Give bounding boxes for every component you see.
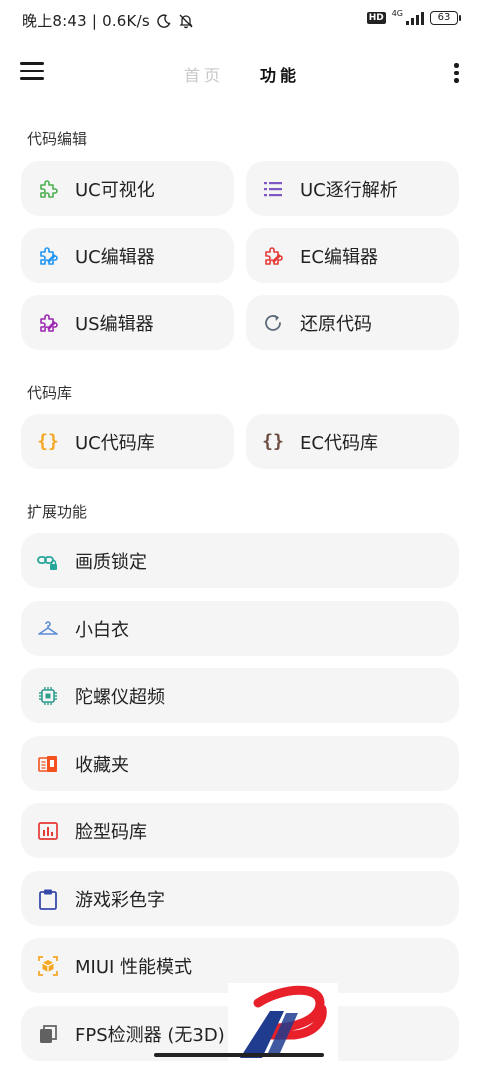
card-label: UC逐行解析 <box>300 179 398 201</box>
hamburger-menu-icon[interactable] <box>20 62 46 84</box>
braces-icon: {} <box>262 431 284 452</box>
gyro-overclock-button[interactable]: 陀螺仪超频 <box>21 668 459 723</box>
home-indicator[interactable] <box>154 1053 324 1057</box>
card-label: EC编辑器 <box>300 246 378 268</box>
quality-lock-button[interactable]: 画质锁定 <box>21 533 459 588</box>
puzzle-edit-icon <box>262 245 284 267</box>
card-label: 游戏彩色字 <box>75 889 165 911</box>
tab-functions[interactable]: 功能 <box>260 62 300 86</box>
uc-editor-button[interactable]: UC编辑器 <box>21 228 234 283</box>
link-lock-icon <box>37 550 59 572</box>
tab-home[interactable]: 首页 <box>184 62 224 86</box>
face-code-library-button[interactable]: 脸型码库 <box>21 803 459 858</box>
copy-icon <box>37 1023 59 1045</box>
restore-code-button[interactable]: 还原代码 <box>246 295 459 350</box>
card-label: UC编辑器 <box>75 246 155 268</box>
moon-icon <box>157 14 171 28</box>
bar-chart-icon <box>37 820 59 842</box>
card-label: 小白衣 <box>75 619 129 641</box>
card-label: 脸型码库 <box>75 821 147 843</box>
status-right: HD 4G 63 <box>366 8 461 25</box>
game-color-text-button[interactable]: 游戏彩色字 <box>21 871 459 926</box>
chip-icon <box>37 685 59 707</box>
section-title-code-edit: 代码编辑 <box>27 130 88 148</box>
card-label: FPS检测器 (无3D) <box>75 1024 225 1046</box>
card-label: 陀螺仪超频 <box>75 686 165 708</box>
card-label: 还原代码 <box>300 313 372 335</box>
uc-visualize-button[interactable]: UC可视化 <box>21 161 234 216</box>
hd-badge: HD <box>366 12 386 24</box>
puzzle-edit-icon <box>37 312 59 334</box>
ec-code-library-button[interactable]: {} EC代码库 <box>246 414 459 469</box>
bell-off-icon <box>179 14 193 29</box>
app-bar: 首页 功能 <box>0 48 480 98</box>
hanger-icon <box>37 618 59 640</box>
card-label: 收藏夹 <box>75 754 129 776</box>
signal-icon <box>406 11 424 25</box>
card-label: EC代码库 <box>300 432 378 454</box>
section-title-code-lib: 代码库 <box>27 384 73 402</box>
section-title-extensions: 扩展功能 <box>27 503 88 521</box>
status-bar: 晚上8:43 | 0.6K/s HD 4G 63 <box>0 0 480 40</box>
card-label: UC可视化 <box>75 179 155 201</box>
more-options-icon[interactable] <box>454 63 460 85</box>
braces-icon: {} <box>37 431 59 452</box>
list-icon <box>262 178 284 200</box>
favorites-button[interactable]: 收藏夹 <box>21 736 459 791</box>
card-label: UC代码库 <box>75 432 155 454</box>
collection-icon <box>37 753 59 775</box>
restore-icon <box>262 312 284 334</box>
card-label: US编辑器 <box>75 313 154 335</box>
uc-code-library-button[interactable]: {} UC代码库 <box>21 414 234 469</box>
cube-icon <box>37 955 59 977</box>
battery-icon: 63 <box>430 11 461 25</box>
clipboard-icon <box>37 888 59 910</box>
card-label: MIUI 性能模式 <box>75 956 193 978</box>
ec-editor-button[interactable]: EC编辑器 <box>246 228 459 283</box>
xiaobaiyi-button[interactable]: 小白衣 <box>21 601 459 656</box>
us-editor-button[interactable]: US编辑器 <box>21 295 234 350</box>
status-left: 晚上8:43 | 0.6K/s <box>22 10 194 31</box>
puzzle-icon <box>37 178 59 200</box>
status-time-speed: 晚上8:43 | 0.6K/s <box>22 12 150 30</box>
puzzle-edit-icon <box>37 245 59 267</box>
uc-line-parse-button[interactable]: UC逐行解析 <box>246 161 459 216</box>
card-label: 画质锁定 <box>75 551 147 573</box>
network-type: 4G <box>391 8 403 18</box>
